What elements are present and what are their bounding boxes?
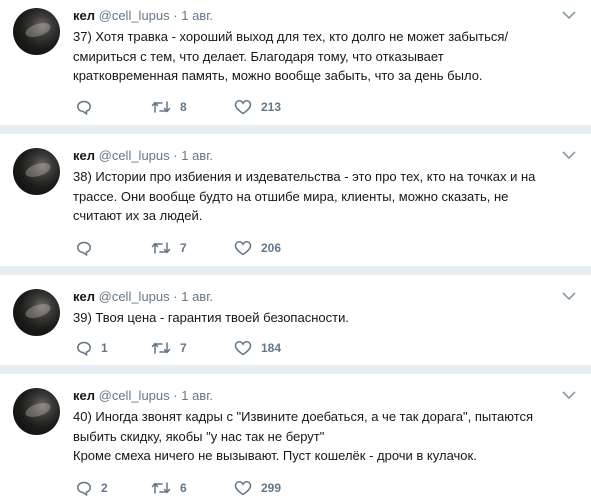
tweet-date[interactable]: 1 авг. [181, 388, 213, 403]
author-handle[interactable]: @cell_lupus [99, 148, 170, 163]
heart-icon [234, 100, 252, 115]
tweet-date[interactable]: 1 авг. [181, 148, 213, 163]
like-button[interactable]: 206 [234, 238, 281, 258]
tweet-text-line: кратковременная память, можно вообще заб… [73, 68, 483, 83]
tweet-text-line: 37) Хотя травка - хороший выход для тех,… [73, 29, 509, 44]
tweet-text: 39) Твоя цена - гарантия твоей безопасно… [73, 308, 568, 328]
avatar[interactable] [13, 8, 60, 55]
retweet-count: 6 [180, 481, 187, 495]
heart-icon [234, 241, 252, 256]
heart-icon [234, 341, 252, 356]
author-handle[interactable]: @cell_lupus [99, 8, 170, 23]
tweet-header: кел @cell_lupus · 1 авг. [73, 8, 213, 24]
avatar[interactable] [13, 388, 60, 435]
heart-icon [234, 481, 252, 496]
tweet[interactable]: кел @cell_lupus · 1 авг. 38) Истории про… [0, 140, 591, 265]
chevron-down-icon[interactable] [562, 390, 576, 400]
tweet-date[interactable]: 1 авг. [181, 8, 213, 23]
separator-dot: · [173, 289, 178, 304]
tweet-header: кел @cell_lupus · 1 авг. [73, 148, 213, 164]
like-button[interactable]: 299 [234, 478, 281, 498]
tweet-divider [0, 125, 591, 134]
tweet-date[interactable]: 1 авг. [181, 289, 213, 304]
separator-dot: · [173, 388, 178, 403]
avatar[interactable] [13, 289, 60, 336]
tweet-text-line: трассе. Они вообще будто на отшибе мира,… [73, 188, 509, 204]
reply-button[interactable]: 2 [76, 478, 108, 498]
tweet-text: 38) Истории про избиения и издевательств… [73, 167, 568, 226]
reply-count: 1 [101, 341, 108, 355]
tweet-text: 37) Хотя травка - хороший выход для тех,… [73, 27, 568, 86]
tweet-feed: кел @cell_lupus · 1 авг. 37) Хотя травка… [0, 0, 591, 500]
chevron-down-icon[interactable] [562, 291, 576, 301]
retweet-button[interactable]: 6 [151, 478, 187, 498]
tweet-divider [0, 266, 591, 275]
tweet-text-line: 38) Истории про избиения и издевательств… [73, 169, 536, 184]
avatar[interactable] [13, 148, 60, 195]
tweet-divider [0, 365, 591, 374]
tweet-header: кел @cell_lupus · 1 авг. [73, 289, 213, 305]
author-name[interactable]: кел [73, 148, 95, 163]
like-count: 184 [261, 341, 282, 355]
tweet[interactable]: кел @cell_lupus · 1 авг. 40) Иногда звон… [0, 380, 591, 500]
author-name[interactable]: кел [73, 388, 95, 403]
chevron-down-icon[interactable] [562, 150, 576, 160]
tweet-text-line: 39) Твоя цена - гарантия твоей безопасно… [73, 310, 349, 325]
tweet-text-line: Кроме смеха ничего не вызывают. Пуст кош… [73, 448, 477, 463]
reply-button[interactable] [76, 238, 101, 258]
author-name[interactable]: кел [73, 8, 95, 23]
chevron-down-icon[interactable] [562, 10, 576, 20]
tweet-text-line: 40) Иногда звонят кадры с "Извините доеб… [73, 409, 534, 424]
tweet-text: 40) Иногда звонят кадры с "Извините доеб… [73, 407, 568, 466]
reply-icon [77, 100, 91, 115]
tweet-text-line: считают их за людей. [73, 208, 203, 223]
retweet-icon [151, 242, 171, 254]
retweet-count: 8 [180, 100, 187, 114]
tweet-text-line: выбить скидку, якобы "у нас так не берут… [73, 428, 325, 444]
like-button[interactable]: 184 [234, 338, 281, 358]
separator-dot: · [173, 8, 178, 23]
retweet-button[interactable]: 7 [151, 338, 187, 358]
tweet[interactable]: кел @cell_lupus · 1 авг. 39) Твоя цена -… [0, 281, 591, 365]
tweet-text-line: смириться с тем, что делает. Благодаря т… [73, 48, 444, 64]
like-button[interactable]: 213 [234, 97, 281, 117]
retweet-icon [151, 342, 171, 354]
like-count: 206 [261, 241, 282, 255]
author-handle[interactable]: @cell_lupus [99, 388, 170, 403]
reply-button[interactable] [76, 97, 101, 117]
retweet-button[interactable]: 8 [151, 97, 187, 117]
like-count: 213 [261, 100, 282, 114]
tweet-header: кел @cell_lupus · 1 авг. [73, 388, 213, 404]
retweet-count: 7 [180, 241, 187, 255]
reply-count: 2 [101, 481, 108, 495]
reply-icon [77, 241, 91, 256]
reply-button[interactable]: 1 [76, 338, 108, 358]
reply-icon [77, 341, 91, 356]
author-handle[interactable]: @cell_lupus [99, 289, 170, 304]
retweet-count: 7 [180, 341, 187, 355]
retweet-button[interactable]: 7 [151, 238, 187, 258]
retweet-icon [151, 482, 171, 494]
like-count: 299 [261, 481, 282, 495]
author-name[interactable]: кел [73, 289, 95, 304]
reply-icon [77, 481, 91, 496]
separator-dot: · [173, 148, 178, 163]
retweet-icon [151, 101, 171, 113]
tweet[interactable]: кел @cell_lupus · 1 авг. 37) Хотя травка… [0, 0, 591, 125]
